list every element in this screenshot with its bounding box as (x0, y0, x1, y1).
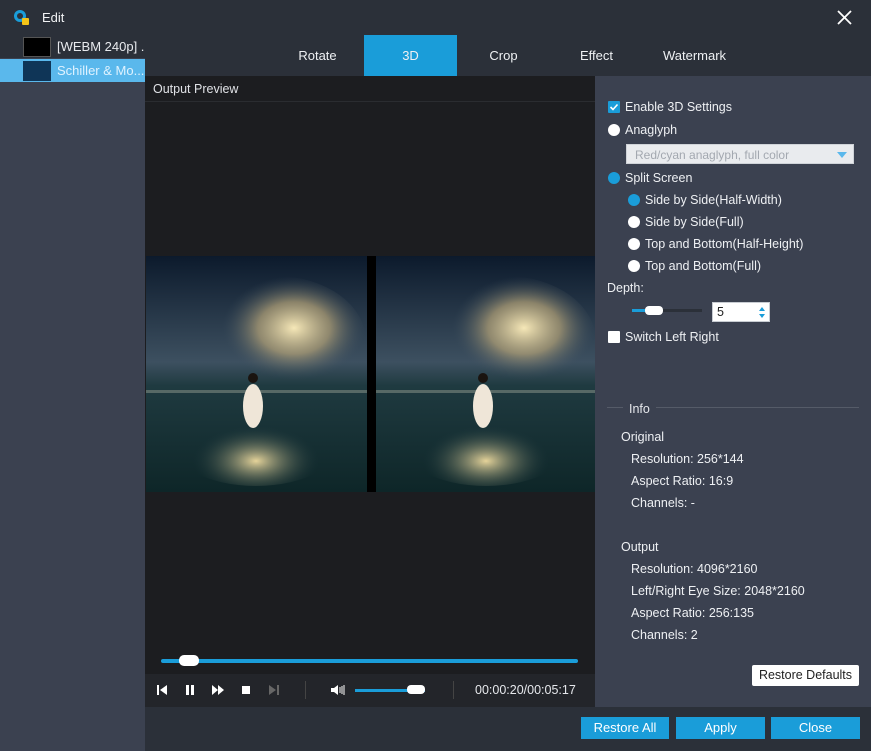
original-aspect: Aspect Ratio: 16:9 (631, 474, 734, 488)
chevron-down-icon (837, 152, 847, 158)
split-option-label: Top and Bottom(Full) (645, 259, 762, 273)
close-button[interactable]: Close (771, 717, 860, 739)
switch-left-right-label: Switch Left Right (625, 330, 719, 344)
side-by-side-full-radio[interactable] (628, 216, 640, 228)
output-channels: Channels: 2 (631, 628, 698, 642)
right-eye-image (376, 256, 597, 492)
file-item-selected[interactable]: Schiller & Mo... (0, 59, 145, 82)
split-option-label: Top and Bottom(Half-Height) (645, 237, 804, 251)
left-eye-image (146, 256, 367, 492)
restore-defaults-button[interactable]: Restore Defaults (752, 665, 859, 686)
anaglyph-label: Anaglyph (625, 123, 678, 137)
skip-back-icon[interactable] (155, 683, 169, 697)
stop-icon[interactable] (239, 683, 253, 697)
divider (305, 681, 306, 699)
checkmark-icon (609, 103, 619, 111)
anaglyph-select-value: Red/cyan anaglyph, full color (635, 148, 790, 162)
output-eye-size: Left/Right Eye Size: 2048*2160 (631, 584, 805, 598)
split-option-label: Side by Side(Full) (645, 215, 744, 229)
volume-icon[interactable] (330, 683, 346, 697)
anaglyph-radio[interactable] (608, 124, 620, 136)
top-bottom-full-radio[interactable] (628, 260, 640, 272)
enable-3d-label: Enable 3D Settings (625, 100, 733, 114)
side-by-side-half-radio[interactable] (628, 194, 640, 206)
seek-handle[interactable] (179, 655, 199, 666)
anaglyph-select[interactable]: Red/cyan anaglyph, full color (626, 144, 854, 164)
original-resolution: Resolution: 256*144 (631, 452, 744, 466)
depth-handle[interactable] (645, 306, 663, 315)
top-bottom-half-radio[interactable] (628, 238, 640, 250)
video-frame (146, 256, 597, 492)
divider (145, 101, 595, 102)
stepper-down-icon[interactable] (759, 314, 765, 318)
playback-controls: 00:00:20/00:05:17 (145, 674, 595, 707)
apply-button[interactable]: Apply (676, 717, 765, 739)
output-aspect: Aspect Ratio: 256:135 (631, 606, 754, 620)
file-item[interactable]: [WEBM 240p] ... (0, 35, 145, 58)
output-heading: Output (621, 540, 659, 554)
tab-rotate[interactable]: Rotate (271, 35, 364, 76)
output-preview-panel: Output Preview 00:00:20/00:05:17 (145, 76, 597, 707)
tab-3d[interactable]: 3D (364, 35, 457, 76)
window-title: Edit (42, 10, 65, 25)
tab-watermark[interactable]: Watermark (648, 35, 741, 76)
split-screen-label: Split Screen (625, 171, 693, 185)
app-logo-icon (14, 10, 29, 25)
info-title: Info (623, 402, 656, 416)
restore-all-button[interactable]: Restore All (581, 717, 669, 739)
original-heading: Original (621, 430, 665, 444)
bottom-bar: Restore All Apply Close (145, 707, 871, 751)
file-name: [WEBM 240p] ... (57, 39, 145, 54)
original-channels: Channels: - (631, 496, 695, 510)
switch-left-right-checkbox[interactable] (608, 331, 620, 343)
file-thumbnail (23, 61, 51, 81)
divider (453, 681, 454, 699)
preview-label: Output Preview (153, 82, 239, 96)
timecode: 00:00:20/00:05:17 (475, 683, 576, 697)
tab-crop[interactable]: Crop (457, 35, 550, 76)
fast-forward-icon[interactable] (211, 683, 225, 697)
depth-label: Depth: (607, 281, 644, 295)
enable-3d-checkbox[interactable] (608, 101, 620, 113)
seek-bar[interactable] (161, 659, 578, 663)
file-name: Schiller & Mo... (57, 63, 145, 78)
pause-icon[interactable] (183, 683, 197, 697)
stepper-up-icon[interactable] (759, 307, 765, 311)
tab-bar: Rotate 3D Crop Effect Watermark (145, 35, 871, 76)
close-window-icon[interactable] (836, 9, 853, 26)
file-thumbnail (23, 37, 51, 57)
skip-forward-icon[interactable] (267, 683, 281, 697)
title-bar: Edit (0, 0, 871, 35)
output-resolution: Resolution: 4096*2160 (631, 562, 758, 576)
split-screen-radio[interactable] (608, 172, 620, 184)
split-option-label: Side by Side(Half-Width) (645, 193, 782, 207)
file-list: [WEBM 240p] ... Schiller & Mo... (0, 35, 145, 751)
tab-effect[interactable]: Effect (550, 35, 643, 76)
3d-settings-panel: Enable 3D Settings Anaglyph Red/cyan ana… (595, 76, 871, 707)
depth-input[interactable] (717, 304, 757, 320)
volume-handle[interactable] (407, 685, 425, 694)
depth-stepper[interactable] (712, 302, 770, 322)
